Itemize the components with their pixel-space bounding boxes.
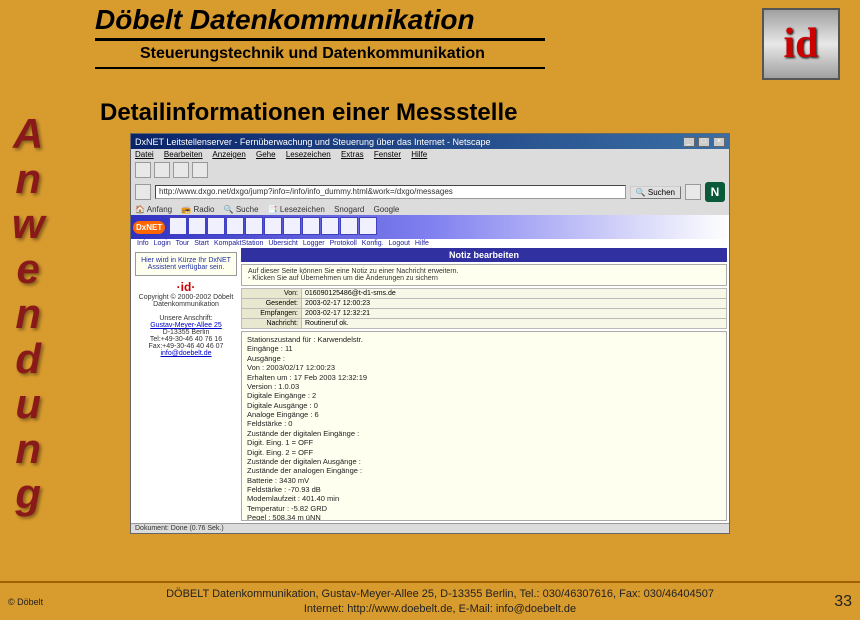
address-input[interactable]: http://www.dxgo.net/dxgo/jump?info=/info… [155, 185, 626, 199]
nav-icon[interactable] [321, 217, 339, 235]
dxnet-header: DxNET [131, 215, 729, 239]
menu-gehe[interactable]: Gehe [256, 150, 276, 159]
fax-text: Fax:+49-30-46 40 46 07 [135, 343, 237, 350]
menu-extras[interactable]: Extras [341, 150, 364, 159]
bookmark-icon[interactable] [135, 184, 151, 200]
bm-suche[interactable]: Suche [236, 205, 259, 214]
copyright-text: Copyright © 2000-2002 Döbelt Datenkommun… [135, 294, 237, 308]
netscape-logo-icon: N [705, 182, 725, 202]
menu-hilfe[interactable]: Hilfe [411, 150, 427, 159]
meta-nachricht: Routineruf ok. [302, 319, 727, 329]
nav-icon[interactable] [359, 217, 377, 235]
slide-footer: © Döbelt DÖBELT Datenkommunikation, Gust… [0, 581, 860, 620]
company-subtitle: Steuerungstechnik und Datenkommunikation [0, 45, 860, 63]
browser-window: DxNET Leitstellenserver - Fernüberwachun… [130, 133, 730, 534]
window-titlebar[interactable]: DxNET Leitstellenserver - Fernüberwachun… [131, 134, 729, 149]
bm-anfang[interactable]: Anfang [147, 205, 172, 214]
bookmark-toolbar: 🏠 Anfang 📻 Radio 🔍 Suche 📑 Lesezeichen S… [131, 204, 729, 215]
notiz-heading: Notiz bearbeiten [241, 248, 727, 262]
dxnet-logo: DxNET [133, 221, 165, 234]
meta-von: 016090125486@t-d1-sms.de [302, 289, 727, 299]
browser-statusbar: Dokument: Done (0.76 Sek.) [131, 523, 729, 533]
instruction-box: Auf dieser Seite können Sie eine Notiz z… [241, 264, 727, 286]
station-data-box[interactable]: Stationszustand für : Karwendelstr.Eingä… [241, 331, 727, 521]
bm-lesezeichen[interactable]: Lesezeichen [280, 205, 325, 214]
nav-icon[interactable] [188, 217, 206, 235]
footer-copyright: © Döbelt [8, 597, 78, 607]
forward-button[interactable] [154, 162, 170, 178]
tel-text: Tel:+49-30-46 40 76 16 [135, 336, 237, 343]
meta-empfangen: 2003-02-17 12:32:21 [302, 309, 727, 319]
reload-button[interactable] [173, 162, 189, 178]
address-toolbar: http://www.dxgo.net/dxgo/jump?info=/info… [131, 180, 729, 204]
menu-fenster[interactable]: Fenster [374, 150, 401, 159]
city-text: D-13355 Berlin [135, 329, 237, 336]
nav-icon[interactable] [245, 217, 263, 235]
print-button[interactable] [685, 184, 701, 200]
slide-header: Döbelt Datenkommunikation Steuerungstech… [0, 0, 860, 69]
dxnet-nav: Info Login Tour Start KompaktStation Übe… [131, 239, 729, 248]
window-title: DxNET Leitstellenserver - Fernüberwachun… [135, 137, 491, 147]
page-number: 33 [802, 593, 852, 611]
bm-google[interactable]: Google [374, 205, 400, 214]
nav-icon[interactable] [226, 217, 244, 235]
search-button[interactable]: 🔍 Suchen [630, 186, 681, 199]
menu-datei[interactable]: Datei [135, 150, 154, 159]
address-link[interactable]: Gustav-Meyer-Allee 25 [135, 322, 237, 329]
minimize-button[interactable]: _ [683, 137, 695, 147]
menu-anzeigen[interactable]: Anzeigen [212, 150, 245, 159]
meta-table: Von:016090125486@t-d1-sms.de Gesendet:20… [241, 288, 727, 329]
anschrift-label: Unsere Anschrift: [135, 315, 237, 322]
footer-contact: Internet: http://www.doebelt.de, E-Mail:… [78, 602, 802, 616]
company-title: Döbelt Datenkommunikation [0, 4, 860, 36]
side-label: Anwendung [10, 110, 46, 515]
page-title: Detailinformationen einer Messstelle [70, 95, 840, 133]
main-panel: Notiz bearbeiten Auf dieser Seite können… [241, 248, 729, 523]
menu-bearbeiten[interactable]: Bearbeiten [164, 150, 203, 159]
back-button[interactable] [135, 162, 151, 178]
nav-icon[interactable] [264, 217, 282, 235]
bm-snogard[interactable]: Snogard [334, 205, 364, 214]
menu-lesezeichen[interactable]: Lesezeichen [286, 150, 331, 159]
close-button[interactable]: × [713, 137, 725, 147]
menu-bar: Datei Bearbeiten Anzeigen Gehe Lesezeich… [131, 149, 729, 160]
assistent-box: Hier wird in Kürze Ihr DxNET Assistent v… [135, 252, 237, 276]
footer-address: DÖBELT Datenkommunikation, Gustav-Meyer-… [78, 587, 802, 601]
page-content: DxNET Info Login Tour Start KompaktStati… [131, 215, 729, 523]
stop-button[interactable] [192, 162, 208, 178]
nav-icon[interactable] [340, 217, 358, 235]
company-logo: id [762, 8, 840, 80]
nav-icon[interactable] [302, 217, 320, 235]
page-sidebar: Hier wird in Kürze Ihr DxNET Assistent v… [131, 248, 241, 523]
nav-icon[interactable] [207, 217, 225, 235]
bm-radio[interactable]: Radio [194, 205, 215, 214]
meta-gesendet: 2003-02-17 12:00:23 [302, 299, 727, 309]
nav-icon[interactable] [283, 217, 301, 235]
nav-icon[interactable] [169, 217, 187, 235]
maximize-button[interactable]: □ [698, 137, 710, 147]
nav-toolbar [131, 160, 729, 180]
email-link[interactable]: info@doebelt.de [135, 350, 237, 357]
mini-logo-icon: ·id· [135, 280, 237, 294]
